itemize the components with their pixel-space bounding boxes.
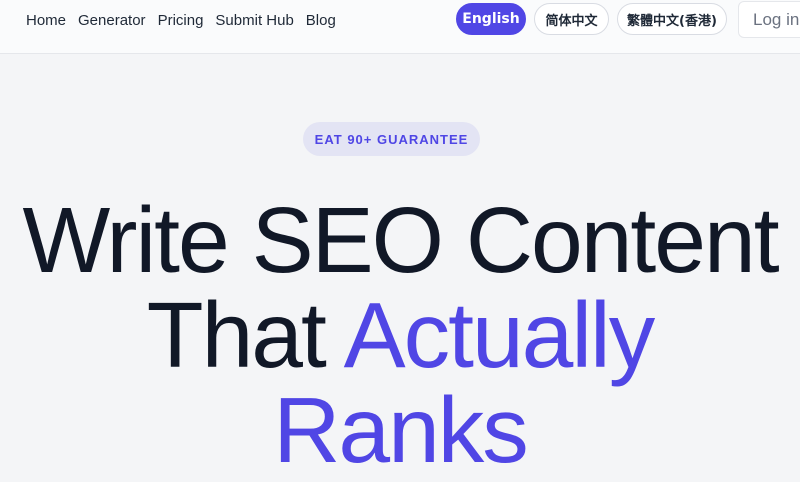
guarantee-badge: EAT 90+ GUARANTEE [303,122,480,156]
language-simplified-chinese-button[interactable]: 简体中文 [534,3,609,35]
nav-link-generator[interactable]: Generator [78,12,146,29]
nav-link-blog[interactable]: Blog [306,12,336,29]
nav-link-submit-hub[interactable]: Submit Hub [215,12,293,29]
hero-title-accent-word: Actually [343,283,656,387]
main-nav: Home Generator Pricing Submit Hub Blog [26,0,348,40]
nav-link-home[interactable]: Home [26,12,66,29]
hero-title-line-3: Ranks [273,378,529,482]
top-navbar: Home Generator Pricing Submit Hub Blog E… [0,0,800,54]
language-english-button[interactable]: English [456,3,526,35]
hero-title-plain-word: That [146,283,327,387]
hero-title-line-1: Write SEO Content [22,188,779,292]
nav-link-pricing[interactable]: Pricing [158,12,204,29]
login-button[interactable]: Log in [738,1,800,38]
hero-title-line-2: That Actually [0,285,800,385]
language-traditional-chinese-hk-button[interactable]: 繁體中文(香港) [617,3,727,35]
